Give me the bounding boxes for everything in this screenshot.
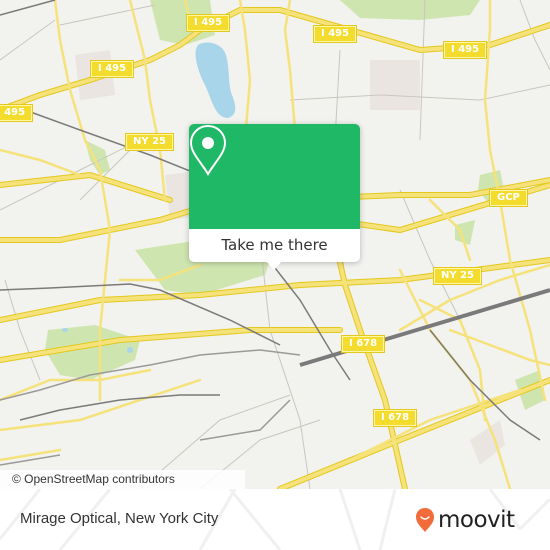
- footer-bar: Mirage Optical, New York City moovit: [0, 489, 550, 550]
- destination-popup: Take me there: [189, 124, 360, 270]
- place-name: Mirage Optical, New York City: [20, 510, 219, 527]
- map-view[interactable]: I 495 I 495 I 495 I 495 I 495 NY 25 GCP …: [0, 0, 550, 489]
- take-me-there-button[interactable]: Take me there: [189, 229, 360, 262]
- highway-shield-i495: I 495: [91, 61, 134, 77]
- moovit-logo[interactable]: moovit: [415, 503, 515, 537]
- map-pin-icon: [189, 124, 227, 176]
- highway-shield-i495: I 495: [444, 42, 487, 58]
- highway-shield-i495: I 495: [314, 26, 357, 42]
- highway-shield-i495: I 495: [0, 105, 33, 121]
- highway-shield-ny25: NY 25: [126, 134, 174, 150]
- highway-shield-gcp: GCP: [490, 190, 527, 206]
- brand-name: moovit: [438, 507, 515, 533]
- moovit-pin-icon: [416, 508, 434, 532]
- popup-header[interactable]: [189, 124, 360, 229]
- highway-shield-i678: I 678: [374, 410, 417, 426]
- highway-shield-i495: I 495: [187, 15, 230, 31]
- highway-shield-ny25: NY 25: [434, 268, 482, 284]
- map-attribution[interactable]: © OpenStreetMap contributors: [0, 470, 245, 489]
- highway-shield-i678: I 678: [342, 336, 385, 352]
- popup-pointer: [266, 261, 282, 270]
